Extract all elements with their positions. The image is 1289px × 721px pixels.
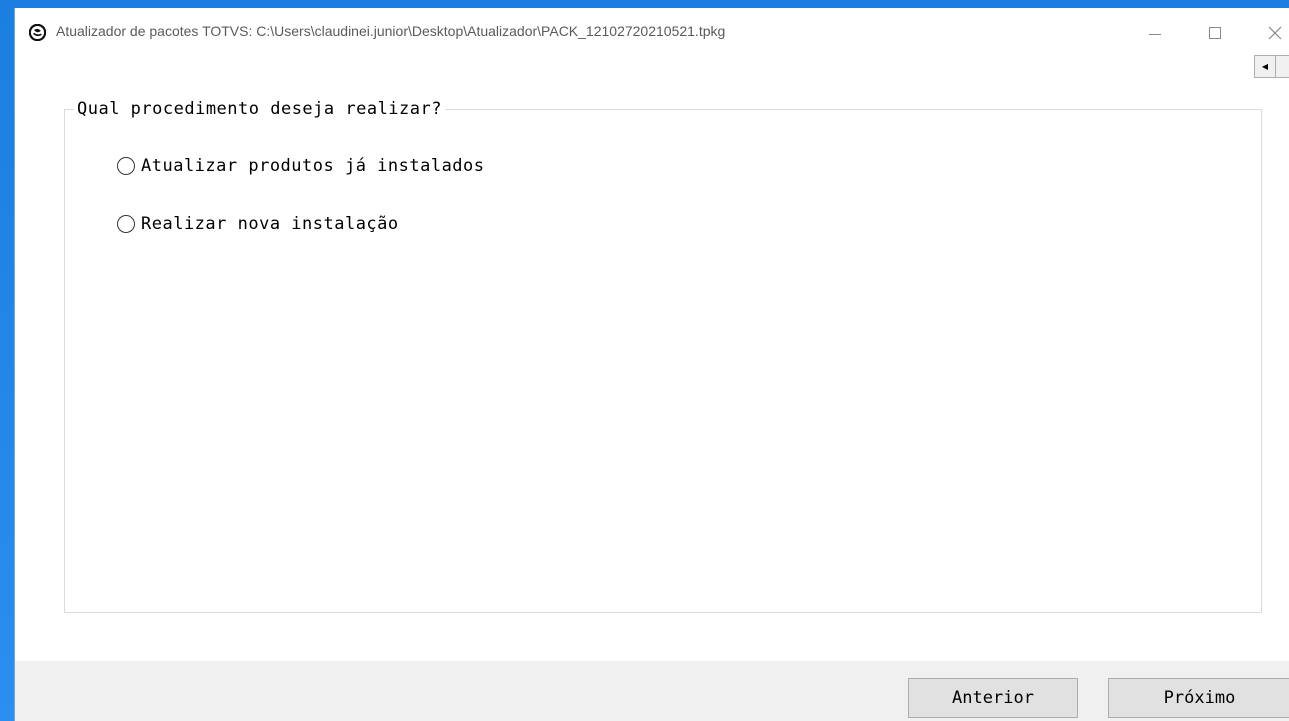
radio-update-installed[interactable]: Atualizar produtos já instalados (117, 156, 485, 176)
minimize-button[interactable] (1132, 16, 1178, 50)
radio-new-installation-label: Realizar nova instalação (141, 214, 399, 234)
maximize-icon (1209, 27, 1221, 39)
title-bar[interactable]: Atualizador de pacotes TOTVS: C:\Users\c… (15, 8, 1289, 54)
groupbox-legend: Qual procedimento deseja realizar? (74, 99, 445, 119)
radio-button-icon[interactable] (117, 157, 135, 175)
close-button[interactable] (1252, 16, 1289, 50)
next-button[interactable]: Próximo (1108, 678, 1289, 718)
arrow-left-icon: ◀ (1261, 62, 1269, 71)
totvs-logo-icon (29, 24, 46, 41)
close-icon (1268, 26, 1282, 40)
scroll-track[interactable] (1276, 55, 1289, 78)
scroll-left-button[interactable]: ◀ (1254, 55, 1276, 78)
radio-new-installation[interactable]: Realizar nova instalação (117, 214, 399, 234)
radio-update-installed-label: Atualizar produtos já instalados (141, 156, 485, 176)
maximize-button[interactable] (1192, 16, 1238, 50)
footer-bar (15, 661, 1289, 721)
radio-button-icon[interactable] (117, 215, 135, 233)
previous-button[interactable]: Anterior (908, 678, 1078, 718)
app-window: Atualizador de pacotes TOTVS: C:\Users\c… (14, 8, 1289, 721)
window-title: Atualizador de pacotes TOTVS: C:\Users\c… (56, 23, 726, 39)
minimize-icon (1149, 33, 1161, 35)
procedure-groupbox (64, 109, 1262, 613)
